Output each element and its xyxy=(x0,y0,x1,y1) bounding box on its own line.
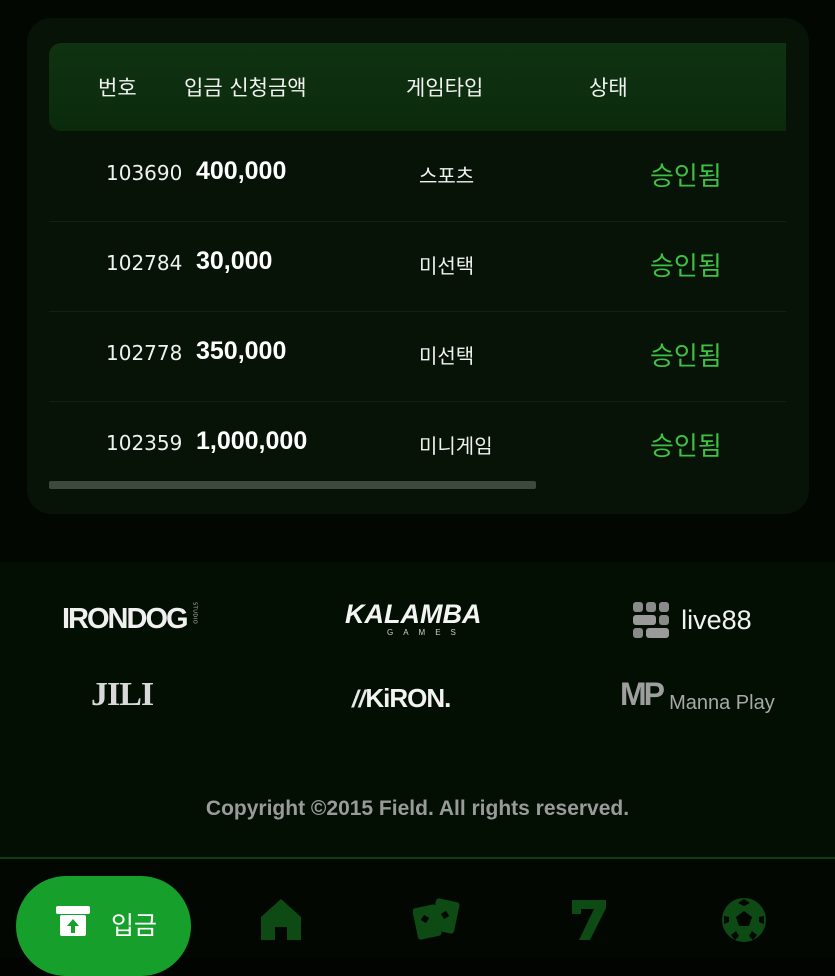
row-game-type: 미선택 xyxy=(419,344,475,368)
slot-seven-icon[interactable] xyxy=(568,896,610,942)
row-amount: 400,000 xyxy=(196,157,287,185)
row-amount: 1,000,000 xyxy=(196,427,308,455)
header-status: 상태 xyxy=(589,76,628,100)
kiron-logo: //KiRON. xyxy=(352,683,451,713)
table-row[interactable]: 102784 30,000 미선택 승인됨 xyxy=(49,221,786,312)
soccer-ball-icon[interactable] xyxy=(720,896,768,944)
row-id: 102784 xyxy=(106,251,183,275)
row-game-type: 미선택 xyxy=(419,254,475,278)
row-status: 승인됨 xyxy=(650,432,722,462)
row-status: 승인됨 xyxy=(650,162,722,192)
kalamba-logo: KALAMBA GAMES xyxy=(345,599,482,637)
live88-logo: live88 xyxy=(632,601,752,639)
row-amount: 350,000 xyxy=(196,337,287,365)
deposit-button[interactable]: 입금 xyxy=(16,876,191,976)
deposit-label: 입금 xyxy=(111,911,158,940)
home-icon[interactable] xyxy=(258,896,304,942)
cards-icon[interactable] xyxy=(413,896,461,942)
manna-play-logo: MP Manna Play xyxy=(620,676,775,714)
row-id: 102778 xyxy=(106,341,183,365)
header-amount: 입금 신청금액 xyxy=(184,76,307,100)
copyright-text: Copyright ©2015 Field. All rights reserv… xyxy=(205,797,630,820)
row-status: 승인됨 xyxy=(650,342,722,372)
row-game-type: 스포츠 xyxy=(419,164,475,188)
table-row[interactable]: 102778 350,000 미선택 승인됨 xyxy=(49,311,786,402)
deposit-icon xyxy=(56,906,90,936)
row-id: 102359 xyxy=(106,431,183,455)
row-amount: 30,000 xyxy=(196,247,273,275)
irondog-logo: IRONDOG STUDIO xyxy=(62,602,198,636)
row-id: 103690 xyxy=(106,161,183,185)
table-row[interactable]: 103690 400,000 스포츠 승인됨 xyxy=(49,131,786,222)
live88-mark-icon xyxy=(633,602,669,638)
jili-logo: JILI xyxy=(91,676,154,713)
table-row[interactable]: 102359 1,000,000 미니게임 승인됨 xyxy=(49,401,786,491)
row-status: 승인됨 xyxy=(650,252,722,282)
horizontal-scrollbar[interactable] xyxy=(49,481,536,489)
header-number: 번호 xyxy=(98,76,137,100)
header-game-type: 게임타입 xyxy=(406,76,484,100)
row-game-type: 미니게임 xyxy=(419,434,493,458)
